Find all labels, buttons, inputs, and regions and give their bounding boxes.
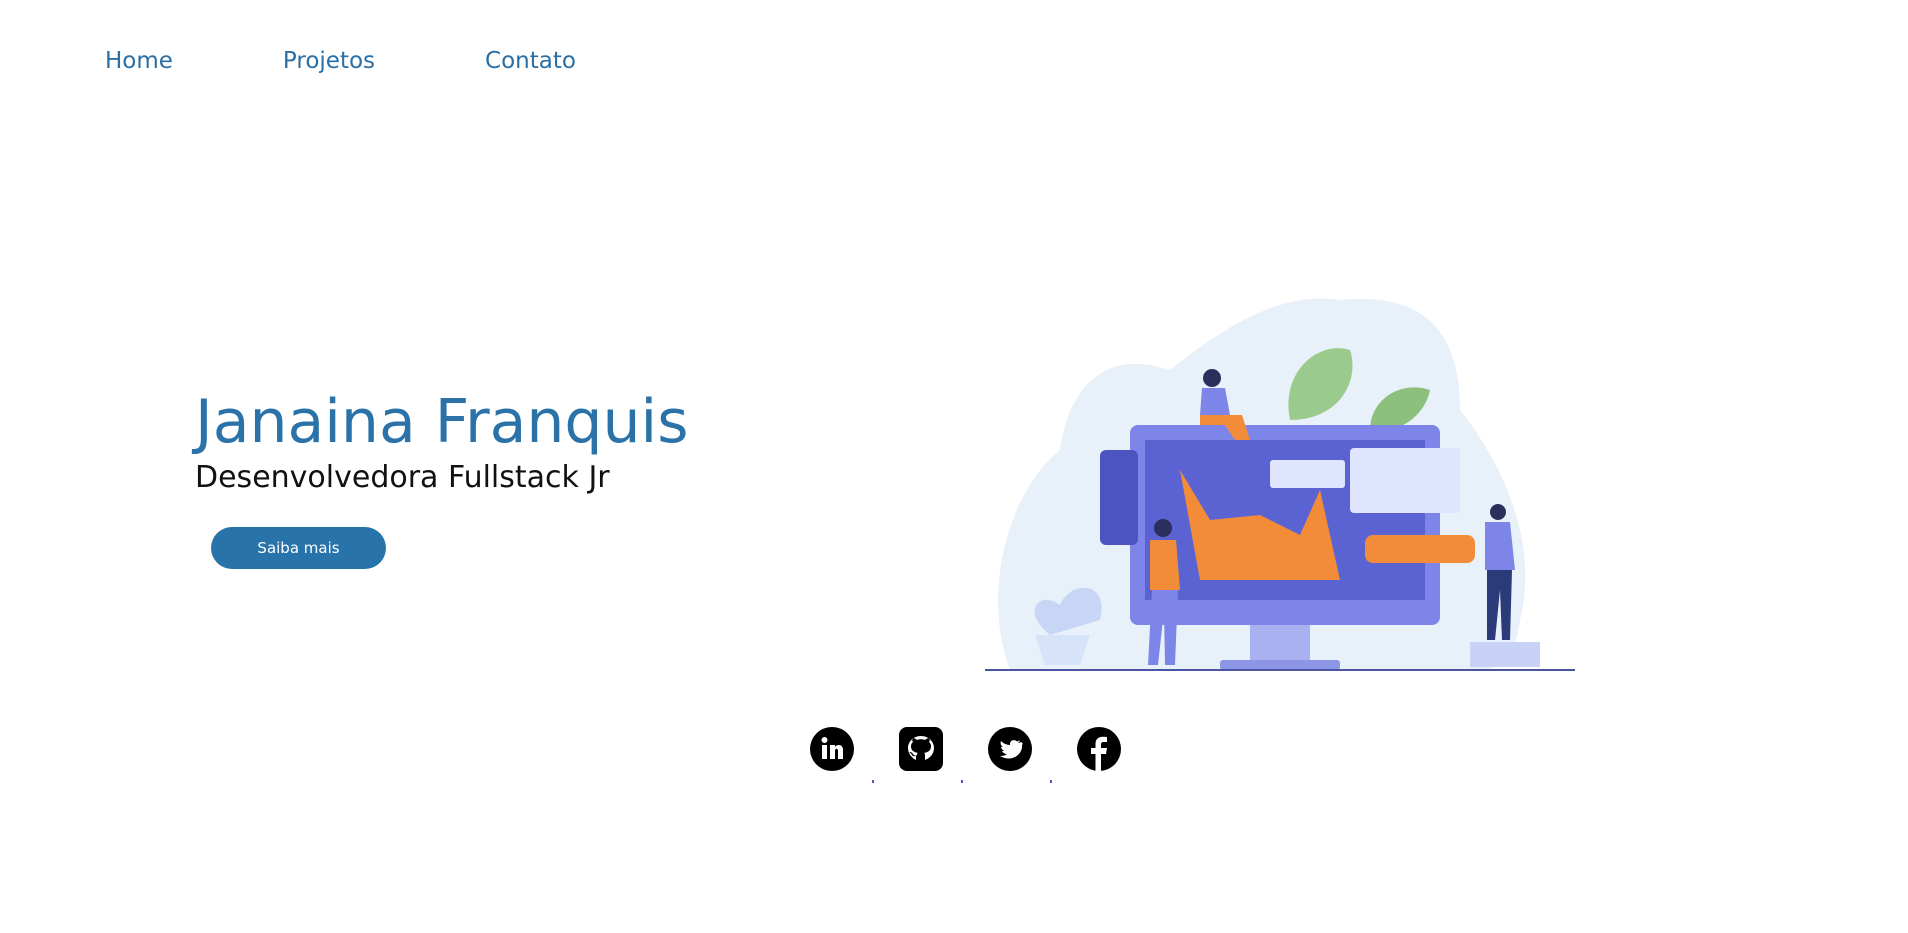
nav-home-link[interactable]: Home (105, 48, 173, 74)
person-top-head (1203, 369, 1221, 387)
hero-name: Janaina Franquis (195, 387, 689, 457)
person-top-body (1200, 388, 1230, 415)
screen-card-3 (1365, 535, 1475, 563)
hero-role: Desenvolvedora Fullstack Jr (195, 460, 610, 495)
facebook-link[interactable] (1077, 727, 1121, 771)
tool-panel (1100, 450, 1138, 545)
nav-projetos-link[interactable]: Projetos (283, 48, 375, 74)
monitor-base (1220, 660, 1340, 670)
hero-illustration (985, 298, 1575, 671)
person-right-body (1485, 522, 1515, 570)
screen-card-1 (1270, 460, 1345, 488)
person-left-head (1154, 519, 1172, 537)
person-right-head (1490, 504, 1506, 520)
hero-text: Janaina Franquis Desenvolvedora Fullstac… (195, 386, 688, 498)
main-nav: Home Projetos Contato (105, 48, 686, 74)
nav-contato-link[interactable]: Contato (485, 48, 576, 74)
twitter-link[interactable] (988, 727, 1052, 783)
person-right-box (1470, 642, 1540, 667)
linkedin-icon (810, 727, 854, 771)
github-link[interactable] (899, 727, 963, 783)
github-icon (899, 727, 943, 771)
monitor-stand (1250, 625, 1310, 665)
facebook-icon (1077, 727, 1121, 771)
screen-card-2 (1350, 448, 1460, 513)
person-left-body (1150, 540, 1180, 590)
linkedin-link[interactable] (810, 727, 874, 783)
twitter-icon (988, 727, 1032, 771)
social-links (810, 727, 1166, 783)
saiba-mais-button[interactable]: Saiba mais (211, 527, 386, 569)
